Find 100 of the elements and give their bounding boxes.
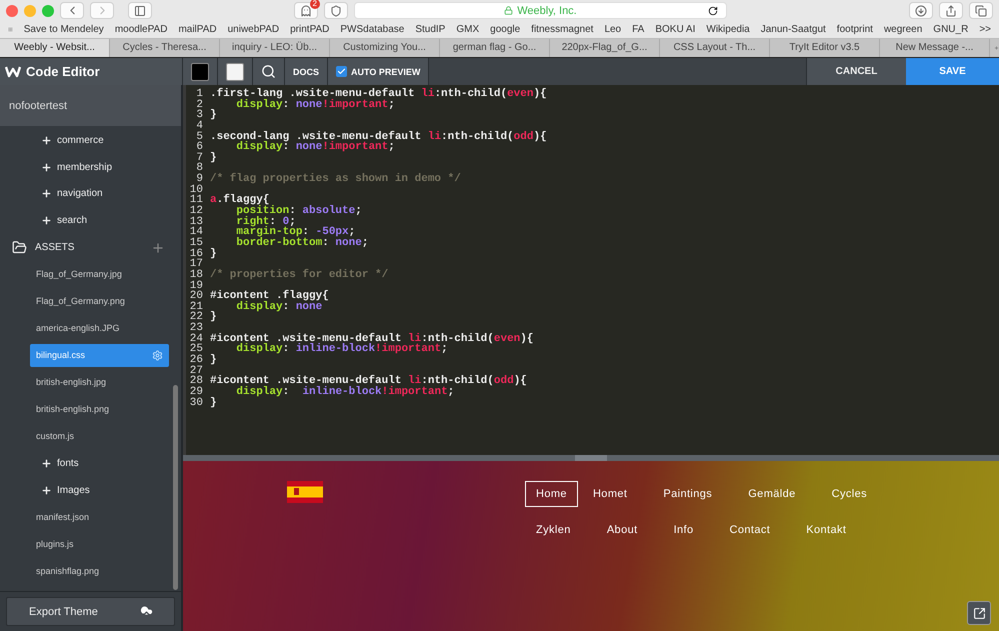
menu-link[interactable]: Contact (718, 517, 782, 543)
maximize-dot[interactable] (42, 4, 54, 16)
bookmark-link[interactable]: Save to Mendeley (24, 24, 104, 35)
folder-icon (12, 240, 27, 256)
bookmark-link[interactable]: fitnessmagnet (531, 24, 594, 35)
resize-handle[interactable] (575, 455, 607, 461)
line-number: 27 (188, 366, 204, 376)
file-item[interactable]: british-english.jpg (30, 370, 169, 394)
file-item[interactable]: Flag_of_Germany.jpg (30, 262, 169, 286)
line-number: 22 (188, 312, 204, 324)
settings-icon[interactable] (152, 350, 163, 361)
code-token: a (210, 195, 217, 206)
file-item[interactable]: Flag_of_Germany.png (30, 290, 169, 313)
folder-item[interactable]: membership (0, 154, 181, 181)
export-theme-button[interactable]: Export Theme (6, 597, 175, 626)
file-item[interactable]: british-english.png (30, 398, 169, 421)
menu-link[interactable]: Zyklen (525, 517, 582, 543)
bookmark-link[interactable]: moodlePAD (114, 24, 168, 35)
bookmark-link[interactable]: printPAD (290, 24, 330, 35)
extension-button[interactable]: 2 (294, 2, 318, 19)
bookmark-link[interactable]: Wikipedia (706, 24, 750, 35)
menu-link[interactable]: Homet (582, 481, 638, 507)
code-token: li (428, 132, 442, 142)
scrollbar[interactable] (173, 385, 178, 590)
code-token: ){ (533, 89, 547, 100)
reload-icon[interactable] (708, 6, 718, 16)
bookmark-link[interactable]: footprint (836, 24, 873, 35)
code-token: !important (322, 100, 388, 110)
open-external-button[interactable] (967, 601, 991, 625)
code-token: !important (322, 142, 388, 153)
file-item[interactable]: spanishflag.png (30, 560, 169, 583)
menu-link[interactable]: Paintings (652, 481, 724, 507)
file-item[interactable]: america-english.JPG (30, 316, 169, 340)
menu-link[interactable]: Kontakt (795, 517, 858, 543)
folder-item[interactable]: commerce (0, 127, 181, 154)
bookmark-link[interactable]: BOKU AI (655, 24, 696, 35)
menu-link[interactable]: Info (662, 517, 705, 543)
line-number: 24 (188, 334, 204, 344)
line-number: 1 (195, 89, 204, 100)
light-theme-button[interactable] (218, 58, 253, 85)
download-button[interactable] (909, 2, 933, 19)
bookmark-link[interactable]: StudIP (415, 24, 446, 35)
file-item[interactable]: plugins.js (30, 532, 169, 556)
dark-theme-button[interactable] (183, 58, 218, 85)
file-item[interactable]: bilingual.css (30, 344, 169, 367)
code-token: : (289, 206, 297, 217)
more-bookmarks-button[interactable]: >> (979, 24, 991, 35)
line-number: 14 (188, 227, 204, 238)
save-button[interactable]: SAVE (906, 58, 999, 85)
cancel-button[interactable]: CANCEL (806, 58, 906, 85)
folder-item[interactable]: search (0, 207, 181, 234)
code-token: .second-lang .wsite-menu-default (210, 132, 422, 142)
code-token: display (235, 344, 283, 356)
bookmark-link[interactable]: wegreen (884, 24, 922, 35)
code-token: } (210, 110, 217, 121)
search-button[interactable] (253, 58, 285, 85)
code-token: /* flag properties as shown in demo */ (210, 174, 461, 185)
docs-button[interactable]: DOCS (285, 58, 328, 85)
sidebar-button[interactable] (128, 2, 152, 19)
code-token: : (282, 302, 290, 312)
code-token: ; (289, 216, 296, 228)
close-dot[interactable] (6, 4, 18, 16)
bookmark-link[interactable]: FA (632, 24, 644, 35)
lock-icon (504, 6, 514, 15)
folder-item[interactable]: Images (0, 476, 181, 504)
bookmark-link[interactable]: Leo (604, 24, 622, 35)
spain-flag-icon[interactable] (287, 481, 323, 503)
code-token: -50px (316, 227, 349, 238)
bookmark-link[interactable]: GNU_R (933, 24, 968, 35)
bookmark-link[interactable]: uniwebPAD (228, 24, 280, 35)
menu-link[interactable]: Home (525, 481, 578, 507)
auto-preview-checkbox[interactable]: AUTO PREVIEW (328, 58, 430, 85)
extension-button[interactable] (324, 2, 348, 19)
back-button[interactable] (60, 2, 84, 19)
line-number: 26 (188, 355, 204, 366)
code-editor[interactable] (183, 85, 999, 455)
bookmark-link[interactable]: mailPAD (178, 24, 217, 35)
folder-item[interactable]: fonts (0, 450, 181, 477)
code-token: display (235, 100, 283, 110)
code-token: ; (448, 386, 454, 398)
code-token: li (408, 376, 422, 387)
code-token: !important (382, 386, 448, 398)
code-token: odd (494, 376, 514, 387)
add-icon[interactable] (151, 240, 165, 255)
share-button[interactable] (939, 2, 963, 19)
file-item[interactable]: manifest.json (30, 506, 169, 529)
code-token: right (235, 216, 270, 228)
folder-item[interactable]: navigation (0, 180, 181, 208)
file-item[interactable]: custom.js (30, 424, 169, 448)
menu-link[interactable]: Cycles (820, 481, 878, 507)
tabs-button[interactable] (969, 2, 993, 19)
minimize-dot[interactable] (24, 4, 36, 16)
site-name: nofootertest (0, 85, 181, 126)
bookmark-link[interactable]: Janun-Saatgut (760, 24, 826, 35)
browser-tab[interactable]: Weebly - Websit... (0, 39, 110, 57)
bookmark-link[interactable]: google (490, 24, 520, 35)
menu-link[interactable]: About (596, 517, 649, 543)
bookmark-link[interactable]: PWSdatabase (340, 24, 404, 35)
bookmark-link[interactable]: GMX (456, 24, 480, 35)
menu-link[interactable]: Gemälde (737, 481, 807, 507)
